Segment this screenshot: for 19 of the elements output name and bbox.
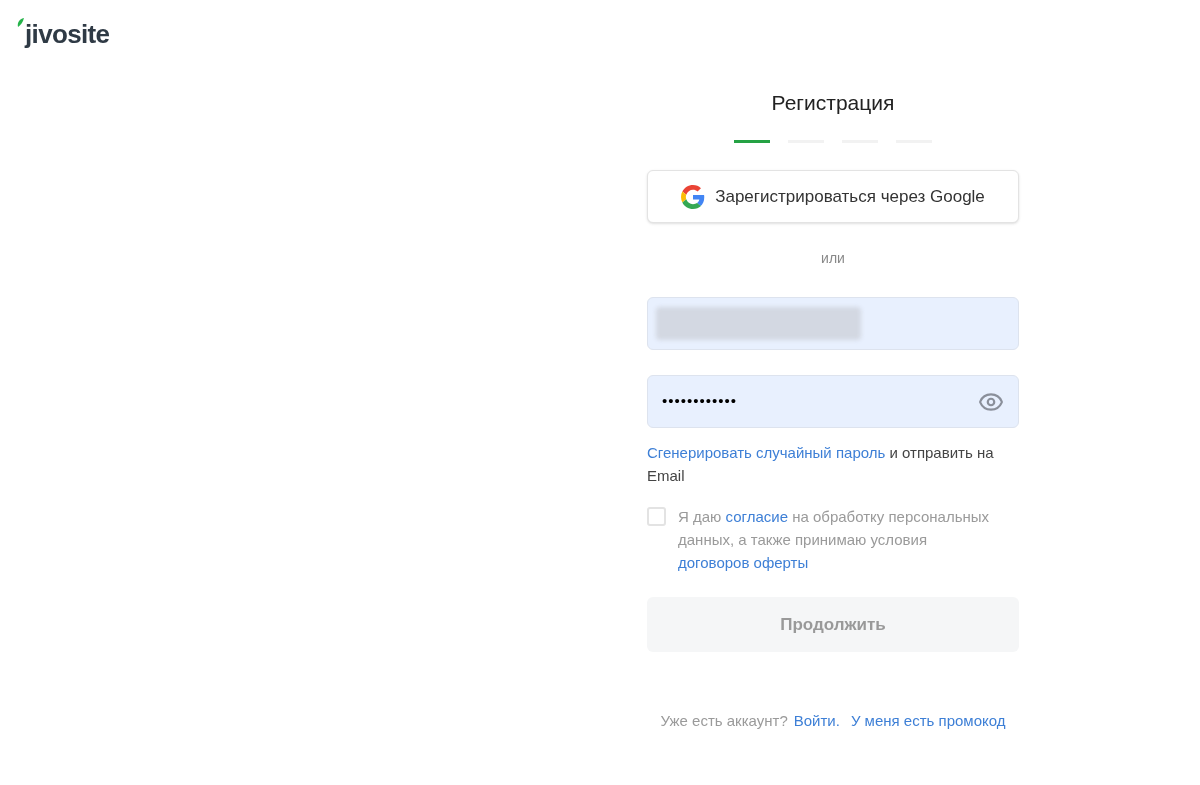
- link[interactable]: Сгенерировать случайный пароль: [647, 444, 886, 461]
- consent-text: Я даю согласие на обработку персональных данных, а также принимаю условия договоров оферты: [678, 507, 990, 573]
- email-field[interactable]: [647, 297, 1019, 350]
- link[interactable]: согласие: [725, 508, 788, 525]
- consent-checkbox[interactable]: [647, 507, 666, 526]
- page-title: Регистрация: [771, 90, 895, 116]
- google-icon: [681, 184, 706, 209]
- google-signup-button[interactable]: Зарегистрироваться через Google: [647, 170, 1019, 223]
- link[interactable]: оферты: [753, 554, 809, 571]
- password-value: ••••••••••••: [662, 391, 738, 412]
- link[interactable]: У меня есть промокод: [850, 710, 1006, 733]
- password-field[interactable]: ••••••••••••: [647, 375, 1019, 428]
- link[interactable]: договоров: [678, 554, 754, 571]
- password-hint: Сгенерировать случайный пароль и отправить на Email: [647, 443, 995, 486]
- divider-text: или: [821, 249, 845, 268]
- link[interactable]: Войти.: [793, 710, 840, 733]
- footer-text: Уже есть аккаунт?: [660, 711, 788, 731]
- leaf-icon: [17, 18, 24, 27]
- logo: jivosite: [25, 21, 110, 47]
